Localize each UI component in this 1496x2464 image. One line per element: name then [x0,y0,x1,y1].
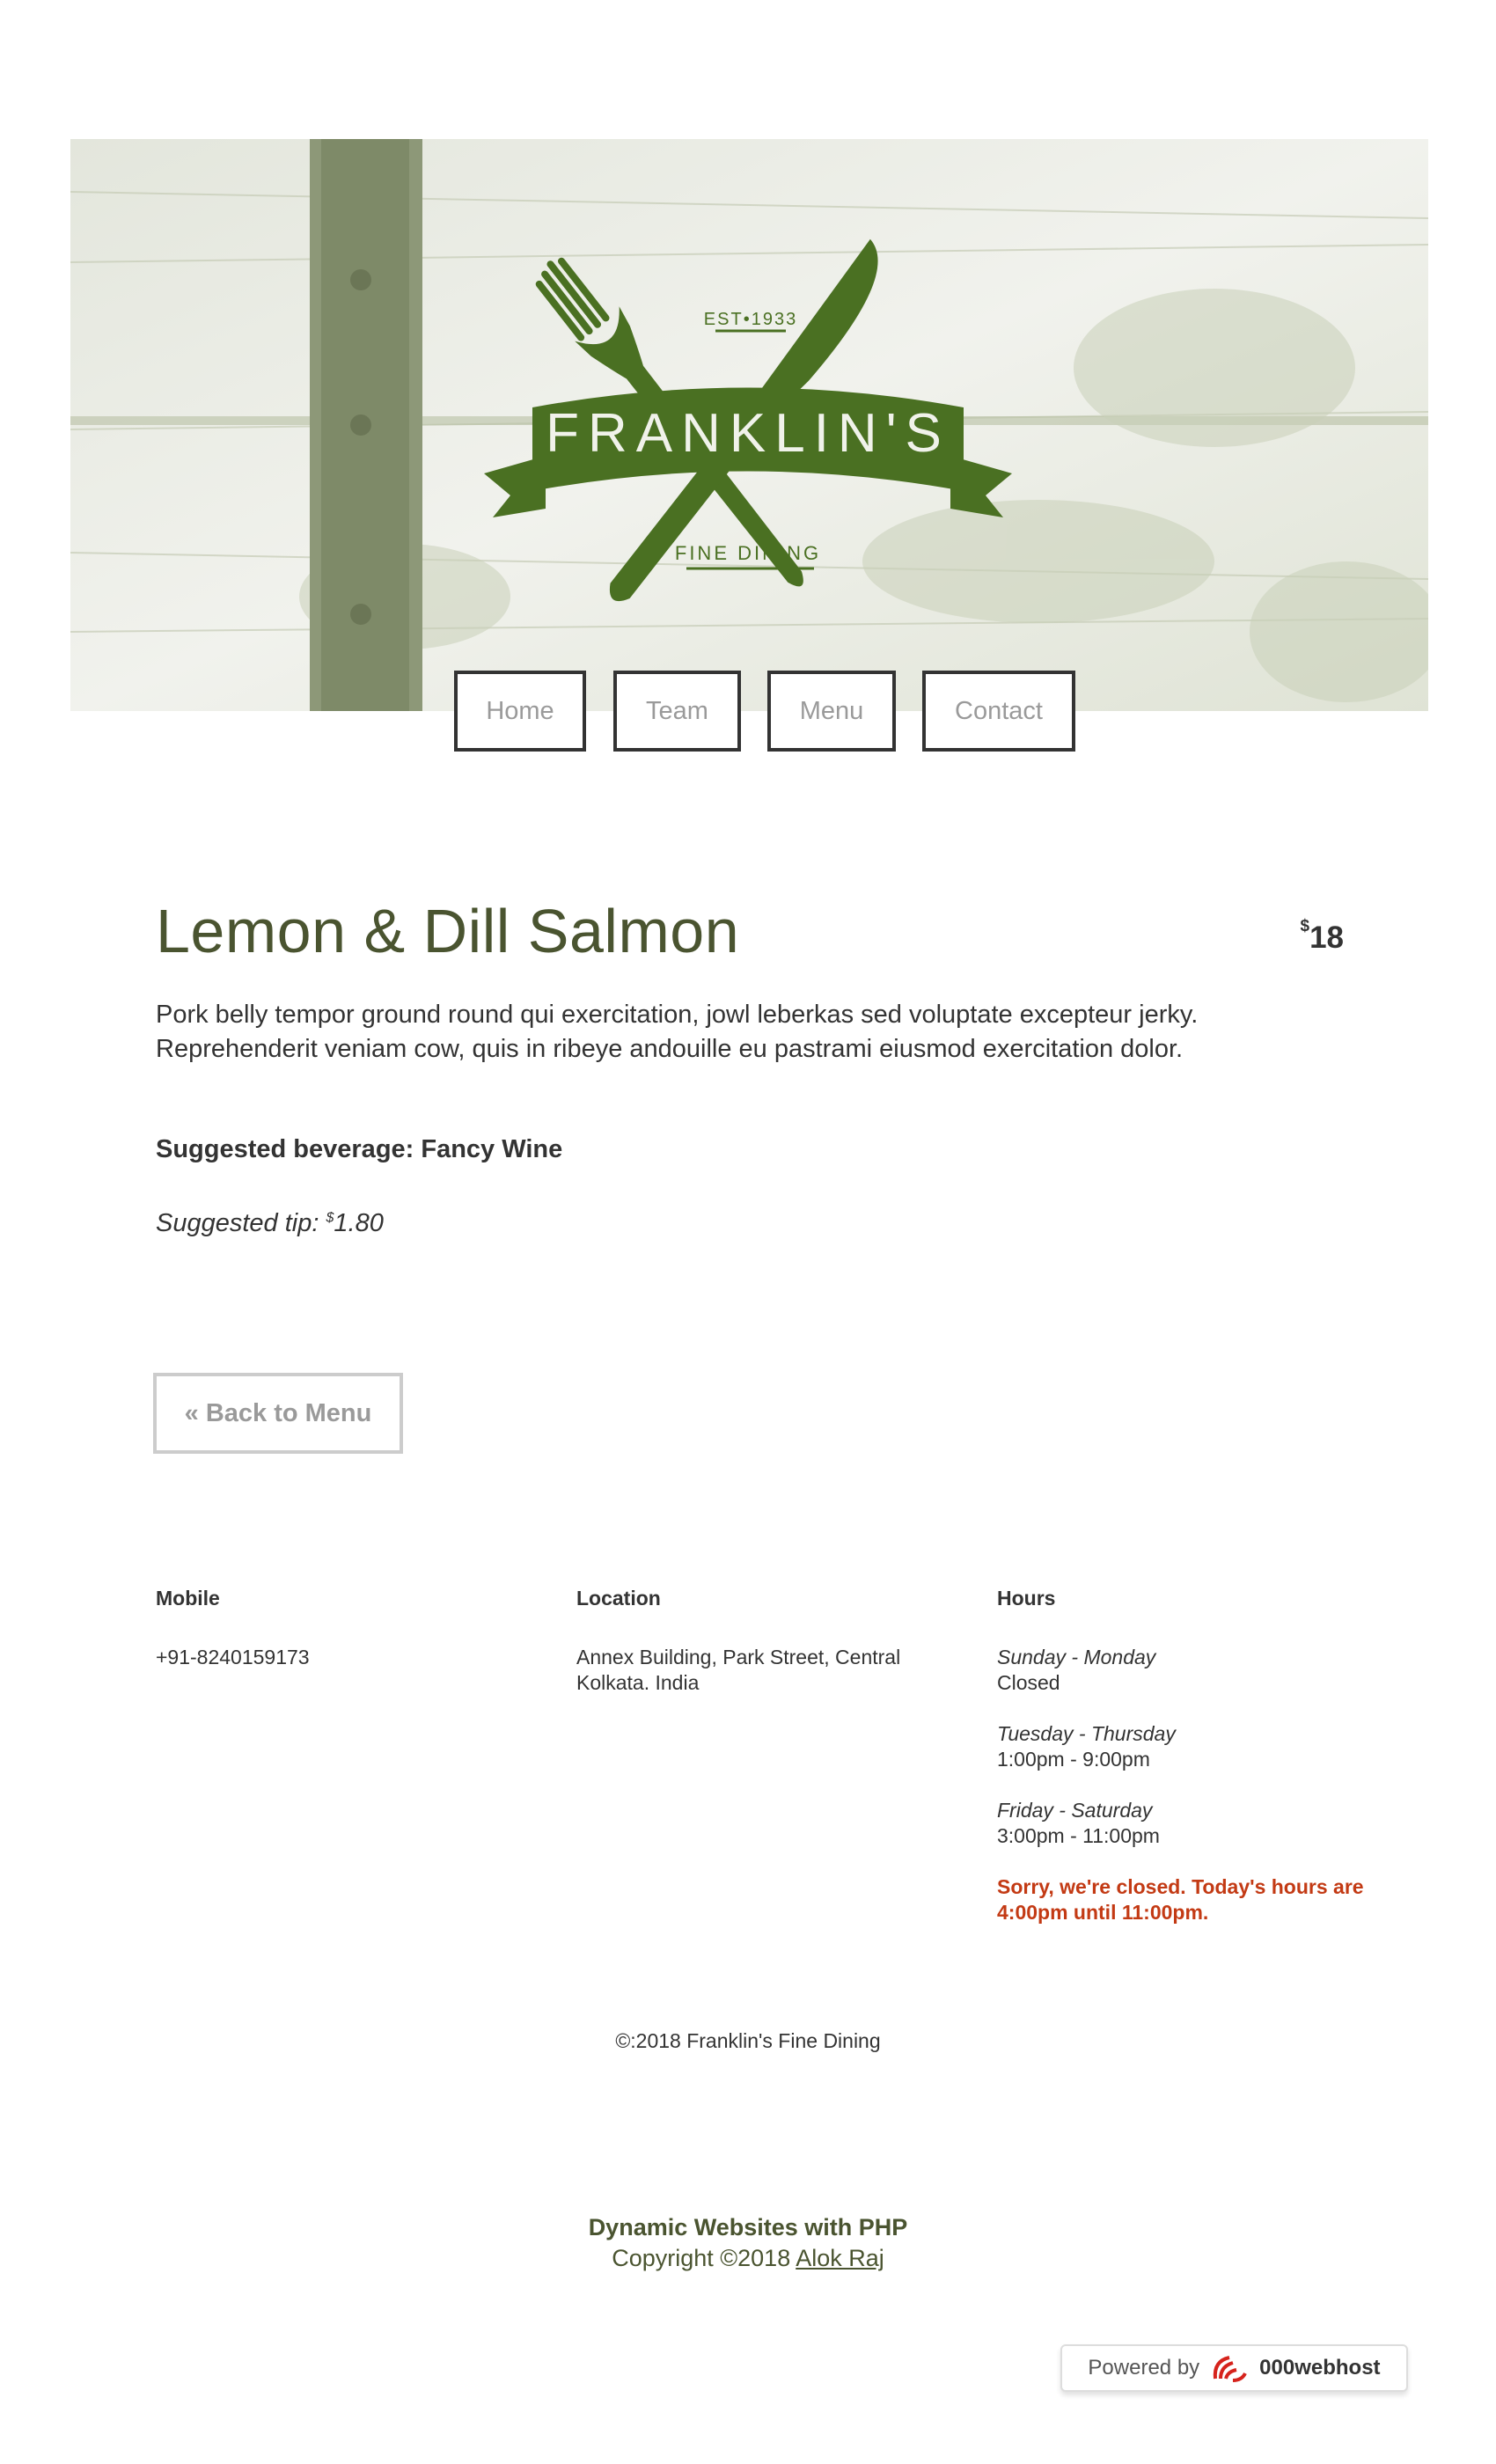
svg-text:FRANKLIN'S: FRANKLIN'S [546,403,950,464]
location-heading: Location [576,1587,661,1610]
mobile-heading: Mobile [156,1587,220,1610]
svg-text:EST•1933: EST•1933 [704,310,797,329]
dish-price: $18 [1300,917,1344,956]
hours-day: Tuesday - Thursday [997,1722,1176,1745]
banner-image: FRANKLIN'S FINE DINING EST•1933 [70,139,1428,711]
nav-team[interactable]: Team [613,671,741,752]
credit-title: Dynamic Websites with PHP [588,2214,908,2240]
hosting-badge[interactable]: Powered by 000webhost [1060,2344,1408,2392]
dish-title: Lemon & Dill Salmon [156,897,740,965]
site-copyright: ©:2018 Franklin's Fine Dining [615,2029,881,2052]
suggested-beverage: Suggested beverage: Fancy Wine [156,1135,563,1163]
price-value: 18 [1309,920,1344,955]
badge-brand: 000webhost [1259,2356,1381,2380]
nav-home[interactable]: Home [454,671,586,752]
tip-value: 1.80 [334,1209,384,1237]
tip-label: Suggested tip: [156,1209,326,1237]
hours-column: Hours Sunday - Monday Closed Tuesday - T… [997,1586,1375,1925]
mobile-column: Mobile +91-8240159173 [156,1586,525,1670]
nav-menu[interactable]: Menu [767,671,896,752]
hours-time: 3:00pm - 11:00pm [997,1824,1160,1847]
location-column: Location Annex Building, Park Street, Ce… [576,1586,946,1696]
location-line-2: Kolkata. India [576,1671,700,1694]
price-currency: $ [1300,917,1310,935]
mobile-number: +91-8240159173 [156,1646,310,1668]
credit-line: Copyright ©2018 Alok Raj [0,2243,1496,2274]
main-nav: Home Team Menu Contact [0,671,1496,752]
hours-time: Closed [997,1671,1060,1694]
hours-heading: Hours [997,1587,1056,1610]
hours-day: Friday - Saturday [997,1799,1153,1822]
hours-block: Tuesday - Thursday 1:00pm - 9:00pm [997,1721,1375,1772]
svg-text:FINE DINING: FINE DINING [675,542,821,564]
badge-prefix: Powered by [1088,2356,1200,2380]
dish-description: Pork belly tempor ground round qui exerc… [156,1001,1199,1063]
header-banner: FRANKLIN'S FINE DINING EST•1933 [70,139,1428,711]
course-credit: Dynamic Websites with PHP Copyright ©201… [0,2212,1496,2274]
webhost-logo-icon [1213,2356,1247,2382]
suggested-tip: Suggested tip: $1.80 [156,1209,384,1238]
hours-day: Sunday - Monday [997,1646,1156,1668]
hours-time: 1:00pm - 9:00pm [997,1748,1150,1771]
author-link[interactable]: Alok Raj [796,2245,884,2271]
hours-block: Sunday - Monday Closed [997,1645,1375,1696]
closed-status-message: Sorry, we're closed. Today's hours are 4… [997,1875,1364,1924]
credit-copy-prefix: Copyright ©2018 [612,2245,796,2271]
hours-block: Friday - Saturday 3:00pm - 11:00pm [997,1798,1375,1849]
location-line-1: Annex Building, Park Street, Central [576,1646,901,1668]
back-to-menu-button[interactable]: « Back to Menu [153,1373,403,1454]
nav-contact[interactable]: Contact [922,671,1075,752]
